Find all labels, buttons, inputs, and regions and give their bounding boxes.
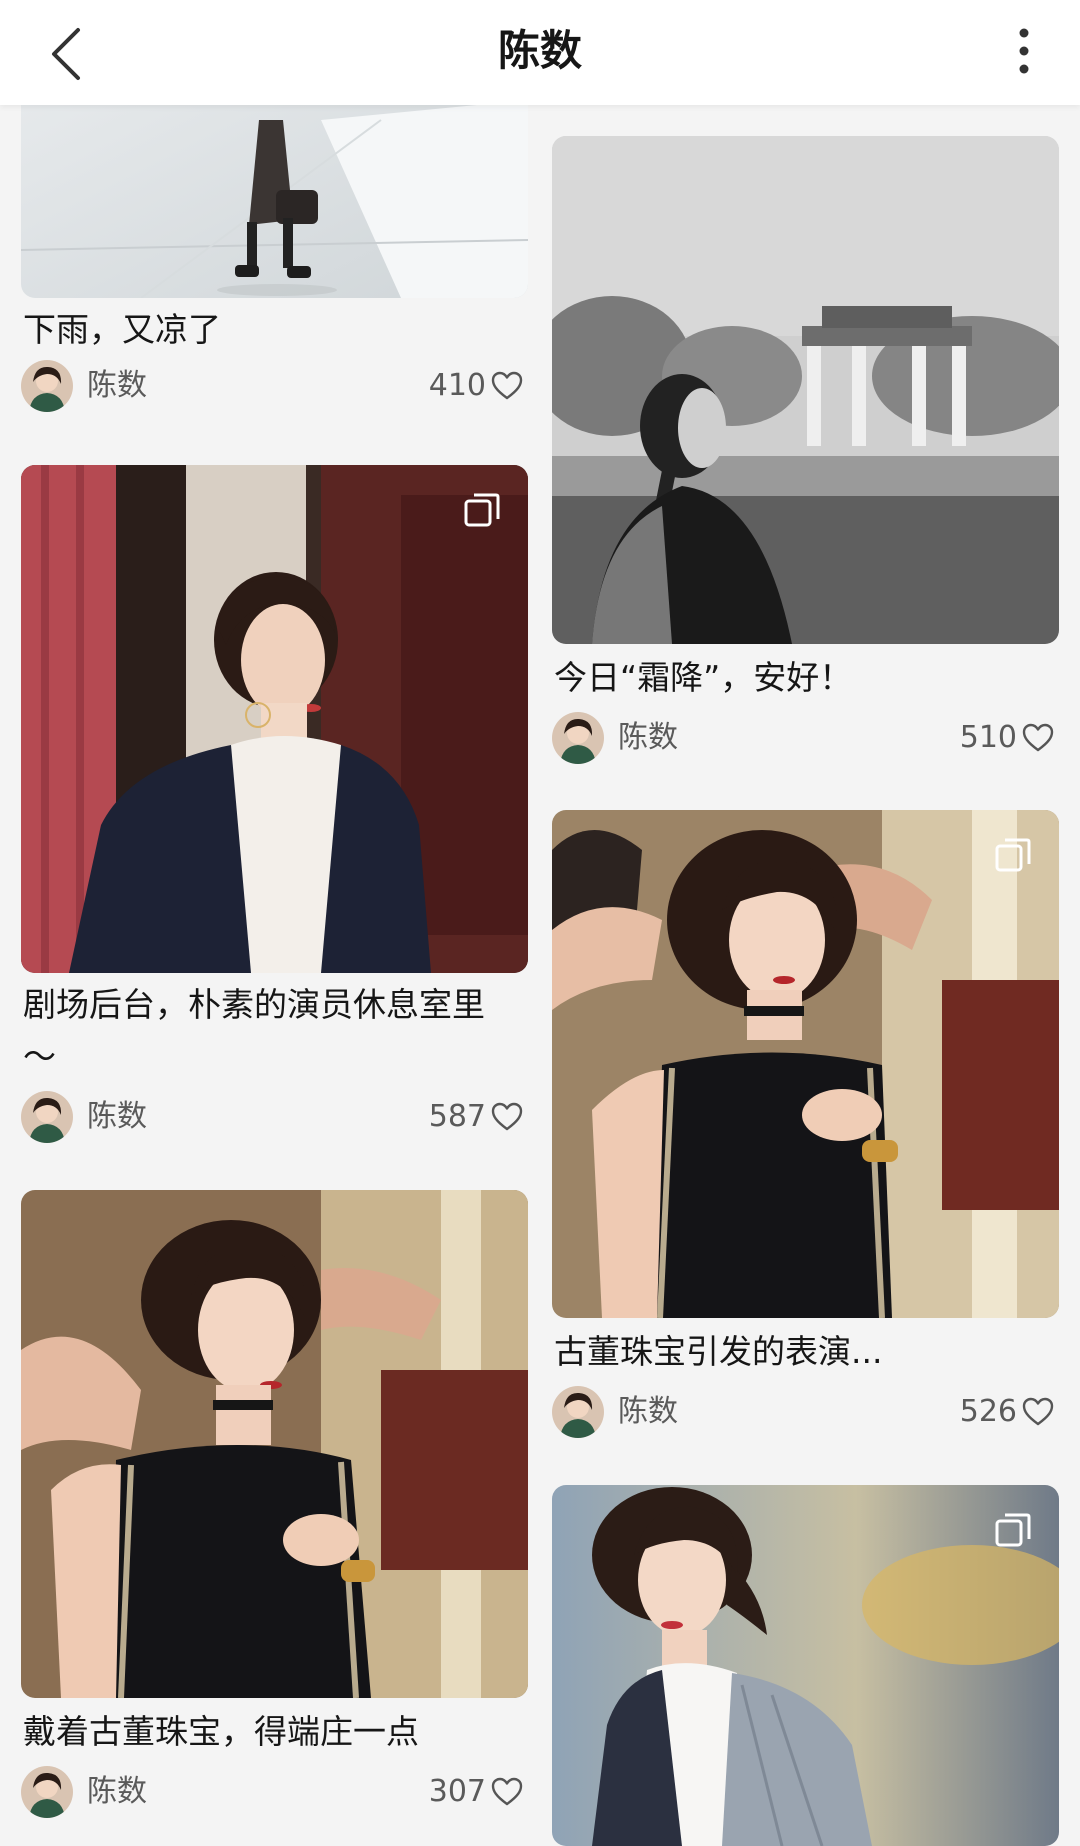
like-button[interactable]: 510: [960, 716, 1055, 760]
author-name[interactable]: 陈数: [618, 1390, 678, 1434]
top-bar: 陈数: [0, 0, 1080, 105]
more-vertical-icon: [1019, 28, 1029, 74]
like-button[interactable]: 587: [429, 1095, 524, 1139]
heart-icon: [490, 1775, 524, 1809]
heart-icon: [490, 369, 524, 403]
post-card[interactable]: [552, 1485, 1059, 1846]
author-name[interactable]: 陈数: [87, 364, 147, 408]
like-button[interactable]: 307: [429, 1770, 524, 1814]
post-caption[interactable]: 今日“霜降”，安好！: [552, 652, 1059, 704]
post-caption[interactable]: 下雨，又凉了: [21, 304, 528, 356]
screen: 陈数 下雨，又凉了 陈数 410 剧场后台，朴素的演员休息室里～ 陈数 587 …: [0, 0, 1080, 1846]
author-name[interactable]: 陈数: [87, 1770, 147, 1814]
heart-icon: [490, 1100, 524, 1134]
post-image[interactable]: [552, 136, 1059, 644]
like-count: 587: [428, 1099, 486, 1134]
post-caption[interactable]: 剧场后台，朴素的演员休息室里～: [21, 979, 513, 1083]
post-card[interactable]: 今日“霜降”，安好！ 陈数 510: [552, 136, 1059, 768]
post-image[interactable]: [21, 465, 528, 973]
post-meta: 陈数 526: [552, 1382, 1059, 1442]
page-title: 陈数: [497, 26, 582, 75]
author-avatar[interactable]: [21, 1091, 73, 1143]
post-meta: 陈数 587: [21, 1087, 528, 1147]
author-avatar[interactable]: [21, 1766, 73, 1818]
post-card[interactable]: 古董珠宝引发的表演... 陈数 526: [552, 810, 1059, 1442]
author-avatar[interactable]: [21, 360, 73, 412]
like-button[interactable]: 526: [960, 1390, 1055, 1434]
author-name[interactable]: 陈数: [87, 1095, 147, 1139]
multi-image-icon: [993, 836, 1033, 876]
like-count: 526: [959, 1394, 1017, 1429]
post-caption[interactable]: 戴着古董珠宝，得端庄一点: [21, 1706, 528, 1758]
like-count: 410: [428, 368, 486, 403]
post-card[interactable]: 剧场后台，朴素的演员休息室里～ 陈数 587: [21, 465, 528, 1147]
like-count: 510: [959, 720, 1017, 755]
heart-icon: [1021, 721, 1055, 755]
post-image[interactable]: [21, 1190, 528, 1698]
author-avatar[interactable]: [552, 712, 604, 764]
heart-icon: [1021, 1395, 1055, 1429]
post-meta: 陈数 410: [21, 356, 528, 416]
more-button[interactable]: [992, 20, 1056, 84]
post-caption[interactable]: 古董珠宝引发的表演...: [552, 1326, 1059, 1378]
post-image[interactable]: [552, 810, 1059, 1318]
post-card[interactable]: 戴着古董珠宝，得端庄一点 陈数 307: [21, 1190, 528, 1822]
multi-image-icon: [993, 1511, 1033, 1551]
author-name[interactable]: 陈数: [618, 716, 678, 760]
like-button[interactable]: 410: [429, 364, 524, 408]
like-count: 307: [428, 1774, 486, 1809]
multi-image-icon: [462, 491, 502, 531]
post-meta: 陈数 510: [552, 708, 1059, 768]
post-image[interactable]: [552, 1485, 1059, 1846]
post-meta: 陈数 307: [21, 1762, 528, 1822]
author-avatar[interactable]: [552, 1386, 604, 1438]
